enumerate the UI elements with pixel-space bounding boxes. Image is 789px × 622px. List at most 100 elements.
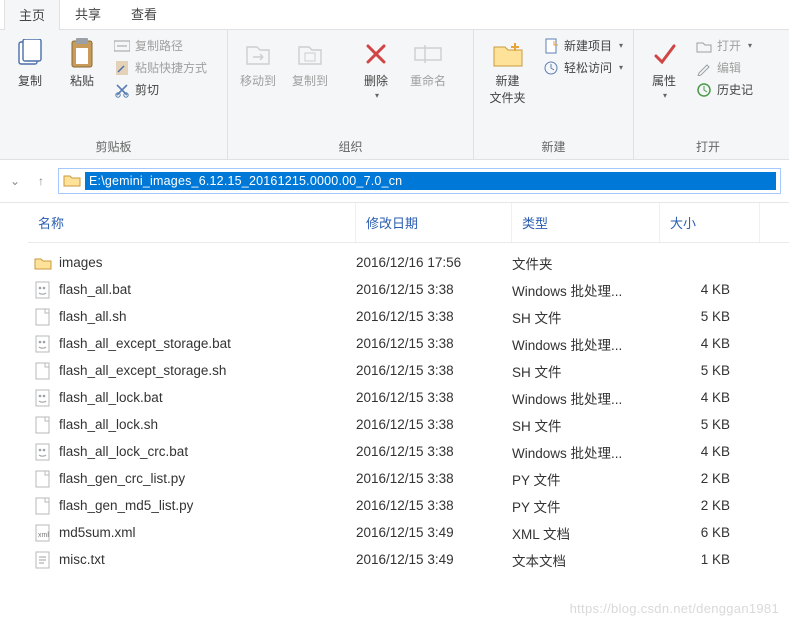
folder-icon: [34, 254, 52, 272]
paste-shortcut-label: 粘贴快捷方式: [135, 59, 207, 76]
delete-label: 删除: [364, 72, 388, 89]
file-date: 2016/12/15 3:38: [356, 390, 512, 405]
tab-strip: 主页 共享 查看: [0, 0, 789, 30]
properties-button[interactable]: 属性 ▾: [640, 34, 688, 104]
open-button[interactable]: 打开▾: [692, 36, 757, 55]
txt-icon: [34, 551, 52, 569]
chevron-down-icon: ▾: [663, 91, 667, 100]
file-name: flash_all_lock.sh: [59, 417, 158, 432]
tab-share[interactable]: 共享: [60, 0, 116, 29]
cut-label: 剪切: [135, 81, 159, 98]
copy-icon: [14, 38, 46, 70]
file-date: 2016/12/15 3:38: [356, 417, 512, 432]
table-row[interactable]: flash_all_except_storage.bat2016/12/15 3…: [28, 330, 789, 357]
column-size[interactable]: 大小: [660, 203, 760, 242]
file-type: XML 文档: [512, 523, 660, 543]
rename-button[interactable]: 重命名: [404, 34, 452, 93]
copy-path-icon: [114, 38, 130, 54]
table-row[interactable]: flash_all_lock.bat2016/12/15 3:38Windows…: [28, 384, 789, 411]
column-date[interactable]: 修改日期: [356, 203, 512, 242]
table-row[interactable]: flash_all.sh2016/12/15 3:38SH 文件5 KB: [28, 303, 789, 330]
move-to-button[interactable]: 移动到: [234, 34, 282, 93]
table-row[interactable]: flash_all_lock.sh 2016/12/15 3:38SH 文件5 K…: [28, 411, 789, 438]
file-type: SH 文件: [512, 415, 660, 435]
copy-path-label: 复制路径: [135, 37, 183, 54]
xml-icon: xml: [34, 524, 52, 542]
tab-home[interactable]: 主页: [4, 0, 60, 30]
file-name: flash_all_except_storage.bat: [59, 336, 231, 351]
new-item-button[interactable]: 新建项目▾: [539, 36, 627, 55]
copy-label: 复制: [18, 72, 42, 89]
file-size: 4 KB: [660, 336, 760, 351]
chevron-down-icon: ▾: [748, 41, 752, 50]
table-row[interactable]: misc.txt2016/12/15 3:49文本文档1 KB: [28, 546, 789, 573]
cut-button[interactable]: 剪切: [110, 80, 211, 99]
address-bar[interactable]: E:\gemini_images_6.12.15_20161215.0000.0…: [58, 168, 781, 194]
bat-icon: [34, 281, 52, 299]
file-date: 2016/12/15 3:38: [356, 444, 512, 459]
nav-recent-button[interactable]: ⌄: [6, 174, 24, 188]
tab-view[interactable]: 查看: [116, 0, 172, 29]
file-type: Windows 批处理...: [512, 442, 660, 462]
svg-text:xml: xml: [38, 532, 49, 539]
file-icon: [34, 362, 52, 380]
rename-label: 重命名: [410, 72, 446, 89]
move-to-label: 移动到: [240, 72, 276, 89]
file-name: flash_all.bat: [59, 282, 131, 297]
ribbon-group-open-title: 打开: [640, 136, 776, 157]
delete-icon: [360, 38, 392, 70]
bat-icon: [34, 389, 52, 407]
copy-path-button[interactable]: 复制路径: [110, 36, 211, 55]
table-row[interactable]: flash_all_lock_crc.bat2016/12/15 3:38Win…: [28, 438, 789, 465]
nav-up-button[interactable]: ↑: [32, 174, 50, 188]
delete-button[interactable]: 删除 ▾: [352, 34, 400, 104]
table-row[interactable]: flash_all.bat2016/12/15 3:38Windows 批处理.…: [28, 276, 789, 303]
paste-shortcut-icon: [114, 60, 130, 76]
column-name[interactable]: 名称: [28, 203, 356, 242]
table-row[interactable]: xmlmd5sum.xml2016/12/15 3:49XML 文档6 KB: [28, 519, 789, 546]
ribbon-group-new: 新建 文件夹 新建项目▾ 轻松访问▾ 新建: [474, 30, 634, 159]
file-date: 2016/12/15 3:38: [356, 471, 512, 486]
rename-icon: [412, 38, 444, 70]
history-button[interactable]: 历史记: [692, 80, 757, 99]
table-row[interactable]: images2016/12/16 17:56文件夹: [28, 249, 789, 276]
ribbon-group-new-title: 新建: [480, 136, 627, 157]
paste-shortcut-button[interactable]: 粘贴快捷方式: [110, 58, 211, 77]
bat-icon: [34, 443, 52, 461]
history-label: 历史记: [717, 81, 753, 98]
file-type: Windows 批处理...: [512, 388, 660, 408]
copy-button[interactable]: 复制: [6, 34, 54, 93]
file-type: 文本文档: [512, 550, 660, 570]
easy-access-icon: [543, 60, 559, 76]
file-date: 2016/12/15 3:38: [356, 309, 512, 324]
ribbon: 复制 粘贴 复制路径 粘贴快捷方式 剪切: [0, 30, 789, 160]
file-name: flash_gen_md5_list.py: [59, 498, 193, 513]
table-row[interactable]: flash_gen_md5_list.py2016/12/15 3:38PY 文…: [28, 492, 789, 519]
open-icon: [696, 38, 712, 54]
paste-label: 粘贴: [70, 72, 94, 89]
address-bar-row: ⌄ ↑ E:\gemini_images_6.12.15_20161215.00…: [0, 160, 789, 203]
folder-icon: [63, 172, 81, 190]
file-icon: [34, 308, 52, 326]
ribbon-group-clipboard: 复制 粘贴 复制路径 粘贴快捷方式 剪切: [0, 30, 228, 159]
copy-to-button[interactable]: 复制到: [286, 34, 334, 93]
edit-icon: [696, 60, 712, 76]
properties-label: 属性: [652, 72, 676, 89]
edit-button[interactable]: 编辑: [692, 58, 757, 77]
file-icon: [34, 497, 52, 515]
watermark: https://blog.csdn.net/denggan1981: [570, 601, 779, 616]
file-rows: images2016/12/16 17:56文件夹flash_all.bat20…: [28, 243, 789, 573]
easy-access-button[interactable]: 轻松访问▾: [539, 58, 627, 77]
file-size: 5 KB: [660, 417, 760, 432]
new-folder-button[interactable]: 新建 文件夹: [480, 34, 535, 110]
paste-button[interactable]: 粘贴: [58, 34, 106, 93]
copy-to-label: 复制到: [292, 72, 328, 89]
table-row[interactable]: flash_all_except_storage.sh2016/12/15 3:…: [28, 357, 789, 384]
file-date: 2016/12/15 3:38: [356, 363, 512, 378]
easy-access-label: 轻松访问: [564, 59, 612, 76]
table-row[interactable]: flash_gen_crc_list.py2016/12/15 3:38PY 文…: [28, 465, 789, 492]
file-size: 6 KB: [660, 525, 760, 540]
column-type[interactable]: 类型: [512, 203, 660, 242]
bat-icon: [34, 335, 52, 353]
address-text[interactable]: E:\gemini_images_6.12.15_20161215.0000.0…: [85, 172, 776, 190]
